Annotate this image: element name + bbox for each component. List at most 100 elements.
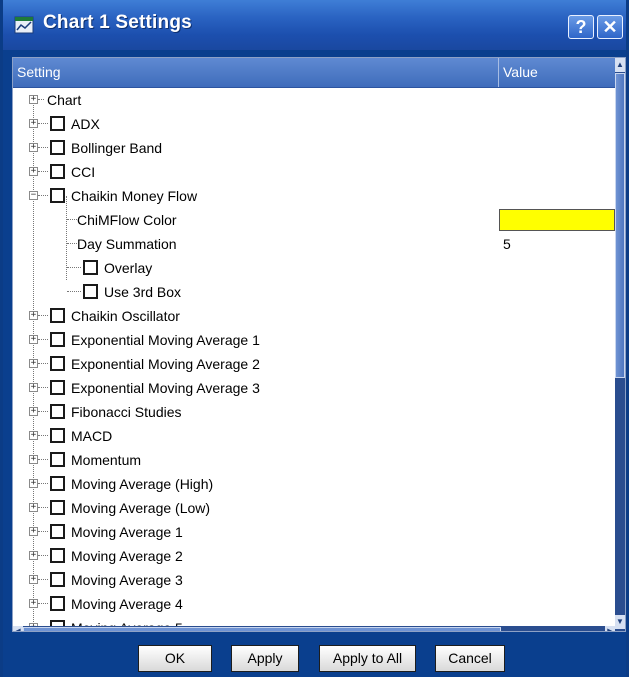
apply-to-all-button[interactable]: Apply to All: [319, 645, 416, 672]
tree-item-adx[interactable]: + ADX: [13, 112, 615, 136]
settings-tree: + Chart + ADX + Bollinger Band + CCI − C…: [13, 88, 615, 631]
expand-icon[interactable]: +: [29, 383, 38, 392]
study-checkbox[interactable]: [50, 524, 65, 539]
use-3rd-box-checkbox[interactable]: [83, 284, 98, 299]
study-checkbox[interactable]: [50, 476, 65, 491]
study-checkbox[interactable]: [50, 404, 65, 419]
study-checkbox[interactable]: [50, 356, 65, 371]
tree-item-ma-low[interactable]: + Moving Average (Low): [13, 496, 615, 520]
tree-connector: [67, 291, 81, 293]
grid-header: Setting Value: [13, 58, 615, 88]
scroll-up-arrow-icon[interactable]: ▲: [615, 58, 625, 72]
title-bar[interactable]: Chart 1 Settings ? ✕: [3, 0, 626, 50]
tree-item-label: Exponential Moving Average 2: [71, 356, 260, 372]
study-checkbox[interactable]: [50, 332, 65, 347]
tree-item-ma-1[interactable]: + Moving Average 1: [13, 520, 615, 544]
horizontal-scrollbar[interactable]: ◀ ▶: [13, 626, 615, 631]
study-checkbox[interactable]: [50, 428, 65, 443]
tree-item-cci[interactable]: + CCI: [13, 160, 615, 184]
tree-item-ma-2[interactable]: + Moving Average 2: [13, 544, 615, 568]
expand-icon[interactable]: +: [29, 311, 38, 320]
column-header-setting[interactable]: Setting: [13, 58, 499, 87]
expand-icon[interactable]: +: [29, 575, 38, 584]
vertical-scrollbar[interactable]: ▲ ▼: [615, 58, 625, 631]
tree-connector: [38, 507, 48, 509]
tree-item-ema-3[interactable]: + Exponential Moving Average 3: [13, 376, 615, 400]
tree-connector: [38, 531, 48, 533]
expand-icon[interactable]: +: [29, 599, 38, 608]
help-button[interactable]: ?: [568, 15, 594, 39]
horizontal-scroll-thumb[interactable]: [23, 627, 501, 631]
tree-item-bollinger-band[interactable]: + Bollinger Band: [13, 136, 615, 160]
column-header-value[interactable]: Value: [499, 58, 615, 87]
vertical-scroll-thumb[interactable]: [615, 73, 625, 378]
study-checkbox[interactable]: [50, 596, 65, 611]
tree-item-ma-4[interactable]: + Moving Average 4: [13, 592, 615, 616]
expand-icon[interactable]: +: [29, 167, 38, 176]
scroll-down-arrow-icon[interactable]: ▼: [615, 615, 625, 629]
close-button[interactable]: ✕: [597, 15, 623, 39]
study-checkbox[interactable]: [50, 380, 65, 395]
tree-item-label: CCI: [71, 164, 96, 180]
tree-item-chart[interactable]: + Chart: [13, 88, 615, 112]
tree-connector: [38, 579, 48, 581]
study-checkbox[interactable]: [50, 452, 65, 467]
expand-icon[interactable]: +: [29, 455, 38, 464]
tree-item-label: Exponential Moving Average 1: [71, 332, 260, 348]
collapse-icon[interactable]: −: [29, 191, 38, 200]
tree-connector: [67, 219, 77, 221]
scroll-left-arrow-icon[interactable]: ◀: [13, 626, 23, 631]
tree-connector: [38, 363, 48, 365]
tree-item-ema-1[interactable]: + Exponential Moving Average 1: [13, 328, 615, 352]
tree-connector: [38, 435, 48, 437]
setting-row-overlay[interactable]: Overlay: [13, 256, 615, 280]
setting-row-chimflow-color[interactable]: ChiMFlow Color: [13, 208, 615, 232]
study-checkbox[interactable]: [50, 500, 65, 515]
tree-item-label: ADX: [71, 116, 100, 132]
chart-app-icon: [14, 16, 34, 34]
expand-icon[interactable]: +: [29, 551, 38, 560]
expand-icon[interactable]: +: [29, 359, 38, 368]
tree-item-chaikin-oscillator[interactable]: + Chaikin Oscillator: [13, 304, 615, 328]
overlay-checkbox[interactable]: [83, 260, 98, 275]
setting-row-use-3rd-box[interactable]: Use 3rd Box: [13, 280, 615, 304]
tree-item-chaikin-money-flow[interactable]: − Chaikin Money Flow: [13, 184, 615, 208]
tree-connector: [38, 555, 48, 557]
tree-item-label: Fibonacci Studies: [71, 404, 182, 420]
study-checkbox[interactable]: [50, 116, 65, 131]
tree-item-ma-high[interactable]: + Moving Average (High): [13, 472, 615, 496]
tree-item-ema-2[interactable]: + Exponential Moving Average 2: [13, 352, 615, 376]
tree-connector: [38, 315, 48, 317]
expand-icon[interactable]: +: [29, 407, 38, 416]
expand-icon[interactable]: +: [29, 503, 38, 512]
tree-item-label: Moving Average (Low): [71, 500, 211, 516]
study-checkbox[interactable]: [50, 548, 65, 563]
tree-connector: [38, 195, 48, 197]
color-swatch[interactable]: [499, 209, 615, 231]
expand-icon[interactable]: +: [29, 431, 38, 440]
study-checkbox[interactable]: [50, 140, 65, 155]
apply-button[interactable]: Apply: [231, 645, 299, 672]
tree-item-macd[interactable]: + MACD: [13, 424, 615, 448]
study-checkbox[interactable]: [50, 308, 65, 323]
tree-item-ma-3[interactable]: + Moving Average 3: [13, 568, 615, 592]
study-checkbox[interactable]: [50, 188, 65, 203]
tree-item-label: Moving Average 2: [71, 548, 183, 564]
cancel-button[interactable]: Cancel: [435, 645, 505, 672]
tree-item-momentum[interactable]: + Momentum: [13, 448, 615, 472]
tree-item-label: Moving Average (High): [71, 476, 214, 492]
scroll-right-arrow-icon[interactable]: ▶: [605, 626, 615, 631]
expand-icon[interactable]: +: [29, 479, 38, 488]
setting-row-day-summation[interactable]: Day Summation 5: [13, 232, 615, 256]
expand-icon[interactable]: +: [29, 95, 38, 104]
study-checkbox[interactable]: [50, 572, 65, 587]
day-summation-value[interactable]: 5: [503, 232, 511, 256]
expand-icon[interactable]: +: [29, 335, 38, 344]
expand-icon[interactable]: +: [29, 527, 38, 536]
tree-item-fibonacci-studies[interactable]: + Fibonacci Studies: [13, 400, 615, 424]
expand-icon[interactable]: +: [29, 119, 38, 128]
expand-icon[interactable]: +: [29, 143, 38, 152]
settings-dialog: Chart 1 Settings ? ✕ Setting Value + Cha…: [0, 0, 629, 677]
ok-button[interactable]: OK: [138, 645, 212, 672]
study-checkbox[interactable]: [50, 164, 65, 179]
